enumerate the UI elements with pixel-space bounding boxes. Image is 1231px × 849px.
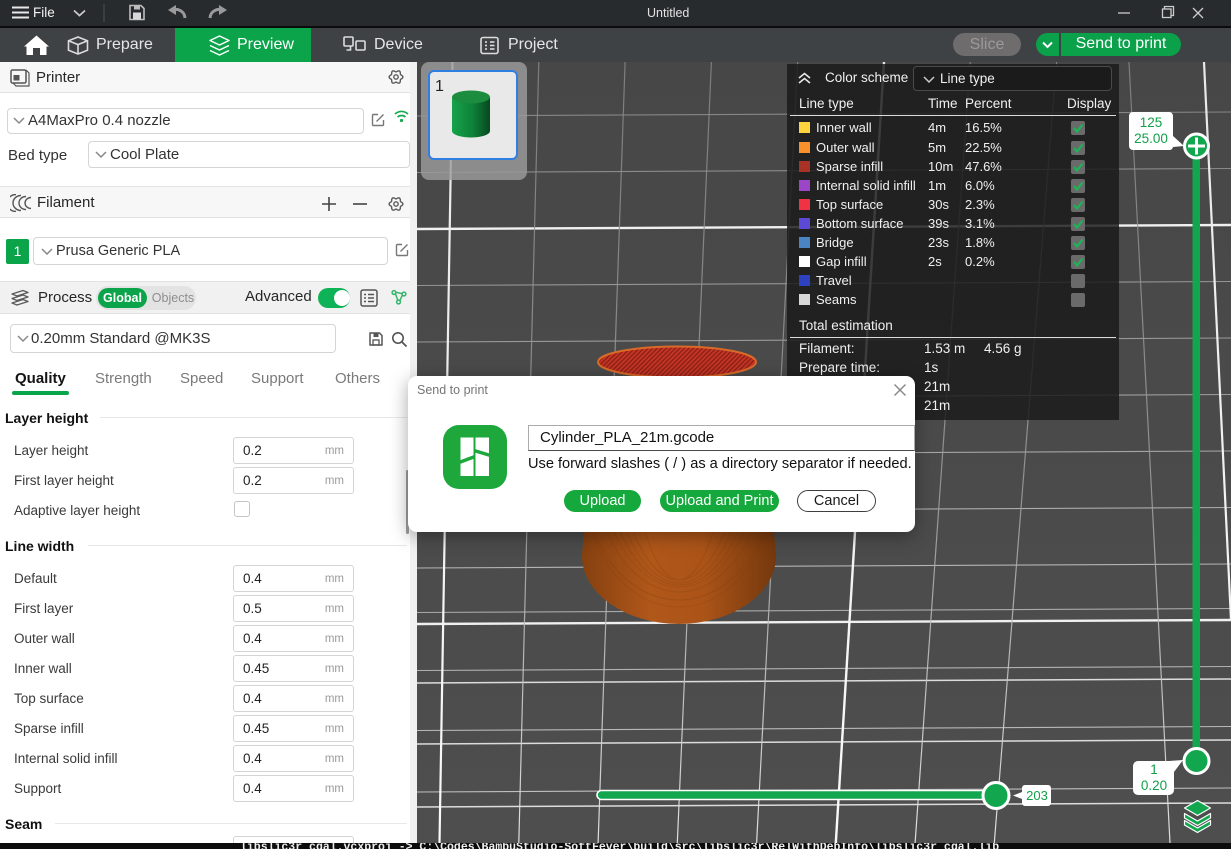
svg-text:1: 1 bbox=[1150, 762, 1158, 777]
svg-text:203: 203 bbox=[1026, 788, 1048, 803]
svg-text:125: 125 bbox=[1140, 115, 1163, 130]
svg-text:0.20: 0.20 bbox=[1141, 778, 1167, 793]
svg-text:25.00: 25.00 bbox=[1134, 131, 1168, 146]
svg-text:File: File bbox=[33, 5, 55, 20]
